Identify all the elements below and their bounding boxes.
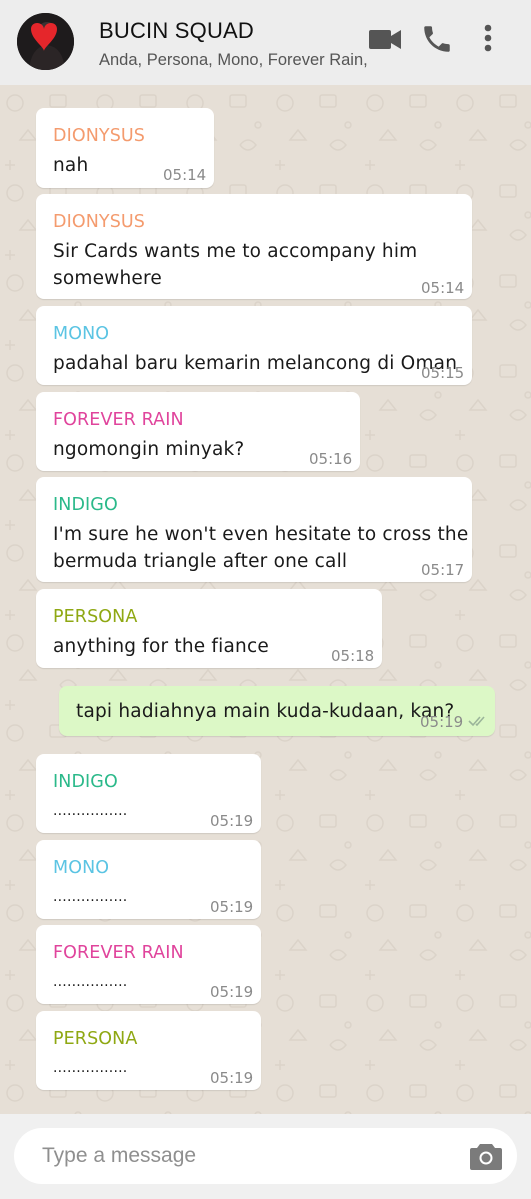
message-input[interactable] xyxy=(42,1128,442,1184)
sender-name: DIONYSUS xyxy=(53,212,146,232)
message-time: 05:19 xyxy=(210,812,254,830)
message-time: 05:19 xyxy=(210,983,254,1001)
message-bubble[interactable]: DIONYSUS nah 05:14 xyxy=(36,108,214,188)
message-text: ................ xyxy=(53,803,128,819)
message-text-line2: somewhere xyxy=(53,268,162,289)
message-text: I'm sure he won't even hesitate to cross… xyxy=(53,524,469,545)
message-time: 05:17 xyxy=(421,561,465,579)
message-time: 05:15 xyxy=(421,364,465,382)
more-vert-icon[interactable] xyxy=(478,22,498,60)
sender-name: MONO xyxy=(53,324,110,344)
message-time: 05:18 xyxy=(331,647,375,665)
composer-bar xyxy=(0,1114,531,1199)
phone-icon[interactable] xyxy=(420,22,454,60)
message-text: nah xyxy=(53,155,89,176)
message-text-line2: bermuda triangle after one call xyxy=(53,551,348,572)
message-text: ................ xyxy=(53,1060,128,1076)
message-text: ................ xyxy=(53,974,128,990)
message-bubble[interactable]: MONO padahal baru kemarin melancong di O… xyxy=(36,306,472,385)
sender-name: PERSONA xyxy=(53,1029,138,1049)
message-time: 05:16 xyxy=(309,450,353,468)
message-bubble[interactable]: INDIGO ................ 05:19 xyxy=(36,754,261,833)
chat-info[interactable]: BUCIN SQUAD Anda, Persona, Mono, Forever… xyxy=(99,18,368,70)
sender-name: FOREVER RAIN xyxy=(53,943,184,963)
message-bubble[interactable]: PERSONA anything for the fiance 05:18 xyxy=(36,589,382,668)
sender-name: DIONYSUS xyxy=(53,126,146,146)
message-text: padahal baru kemarin melancong di Oman xyxy=(53,353,458,374)
message-text: anything for the fiance xyxy=(53,636,269,657)
sender-name: INDIGO xyxy=(53,772,118,792)
chat-header: BUCIN SQUAD Anda, Persona, Mono, Forever… xyxy=(0,0,531,85)
sender-name: PERSONA xyxy=(53,607,138,627)
sender-name: MONO xyxy=(53,858,110,878)
message-bubble[interactable]: INDIGO I'm sure he won't even hesitate t… xyxy=(36,477,472,582)
message-text: Sir Cards wants me to accompany him xyxy=(53,241,418,262)
group-title: BUCIN SQUAD xyxy=(99,18,254,43)
sender-name: FOREVER RAIN xyxy=(53,410,184,430)
message-time: 05:19 xyxy=(210,1069,254,1087)
message-bubble[interactable]: DIONYSUS Sir Cards wants me to accompany… xyxy=(36,194,472,299)
message-time: 05:19 xyxy=(210,898,254,916)
group-avatar[interactable] xyxy=(17,13,74,70)
message-time: 05:14 xyxy=(163,166,207,184)
message-bubble[interactable]: FOREVER RAIN ................ 05:19 xyxy=(36,925,261,1004)
message-text: tapi hadiahnya main kuda-kudaan, kan? xyxy=(76,701,455,722)
message-bubble[interactable]: FOREVER RAIN ngomongin minyak? 05:16 xyxy=(36,392,360,471)
chat-area[interactable]: DIONYSUS nah 05:14 DIONYSUS Sir Cards wa… xyxy=(0,85,531,1114)
members-list: Anda, Persona, Mono, Forever Rain, xyxy=(99,51,368,69)
message-time: 05:14 xyxy=(421,279,465,297)
outgoing-message-bubble[interactable]: tapi hadiahnya main kuda-kudaan, kan? 05… xyxy=(59,686,495,736)
message-input-container[interactable] xyxy=(14,1128,517,1184)
message-time: 05:19 xyxy=(420,713,464,731)
message-text: ngomongin minyak? xyxy=(53,439,245,460)
read-double-check-icon xyxy=(468,713,490,732)
message-bubble[interactable]: PERSONA ................ 05:19 xyxy=(36,1011,261,1090)
video-call-icon[interactable] xyxy=(368,22,402,60)
camera-icon[interactable] xyxy=(469,1141,503,1175)
sender-name: INDIGO xyxy=(53,495,118,515)
message-text: ................ xyxy=(53,889,128,905)
message-bubble[interactable]: MONO ................ 05:19 xyxy=(36,840,261,919)
